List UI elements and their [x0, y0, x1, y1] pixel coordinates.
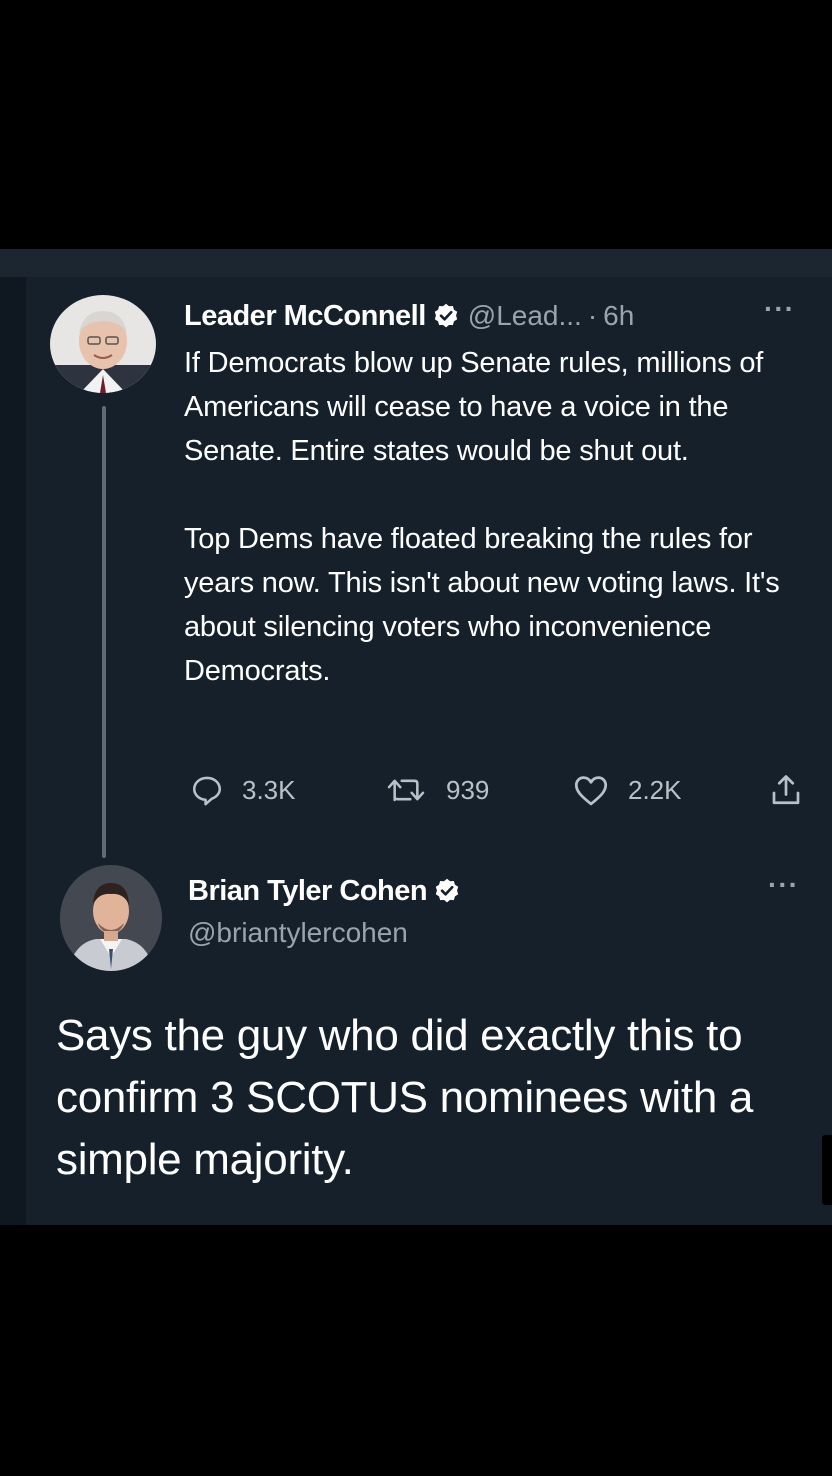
- reply-icon: [190, 773, 224, 807]
- share-icon: [768, 772, 804, 808]
- card-left-edge: [0, 277, 26, 1225]
- verified-badge-icon: [433, 877, 461, 905]
- cohen-avatar[interactable]: [60, 865, 162, 971]
- reply-button[interactable]: 3.3K: [190, 769, 296, 811]
- tweet-timestamp[interactable]: 6h: [603, 300, 634, 332]
- tweet-paragraph: Top Dems have floated breaking the rules…: [184, 523, 780, 687]
- retweet-button[interactable]: 939: [384, 769, 489, 811]
- mcconnell-avatar[interactable]: [50, 295, 156, 393]
- more-options-icon[interactable]: ···: [764, 293, 795, 325]
- card-edge-notch: [822, 1135, 832, 1205]
- tweet-paragraph: If Democrats blow up Senate rules, milli…: [184, 347, 764, 467]
- cohen-handle[interactable]: @briantylercohen: [188, 917, 408, 949]
- share-button[interactable]: [768, 769, 804, 811]
- mcconnell-display-name[interactable]: Leader McConnell: [184, 300, 426, 333]
- original-tweet-text: If Democrats blow up Senate rules, milli…: [184, 341, 814, 693]
- retweet-count: 939: [446, 774, 490, 805]
- header-separator: ·: [587, 300, 598, 331]
- verified-badge-icon: [432, 302, 460, 330]
- tweet-thread-card: Leader McConnell @Lead... · 6h ··· If De…: [0, 249, 832, 1225]
- thread-connector-line: [102, 406, 106, 858]
- cohen-display-name[interactable]: Brian Tyler Cohen: [188, 875, 428, 908]
- more-options-icon[interactable]: ···: [768, 869, 799, 901]
- like-icon: [572, 773, 610, 807]
- like-button[interactable]: 2.2K: [572, 769, 682, 811]
- reply-tweet-text: Says the guy who did exactly this to con…: [56, 1011, 754, 1184]
- reply-count: 3.3K: [242, 774, 296, 805]
- mcconnell-handle[interactable]: @Lead...: [468, 300, 582, 332]
- reply-tweet-header: Brian Tyler Cohen: [188, 871, 469, 911]
- like-count: 2.2K: [628, 774, 682, 805]
- retweet-icon: [384, 773, 428, 807]
- original-tweet-header: Leader McConnell @Lead... · 6h: [184, 294, 634, 338]
- card-top-strip: [0, 249, 832, 277]
